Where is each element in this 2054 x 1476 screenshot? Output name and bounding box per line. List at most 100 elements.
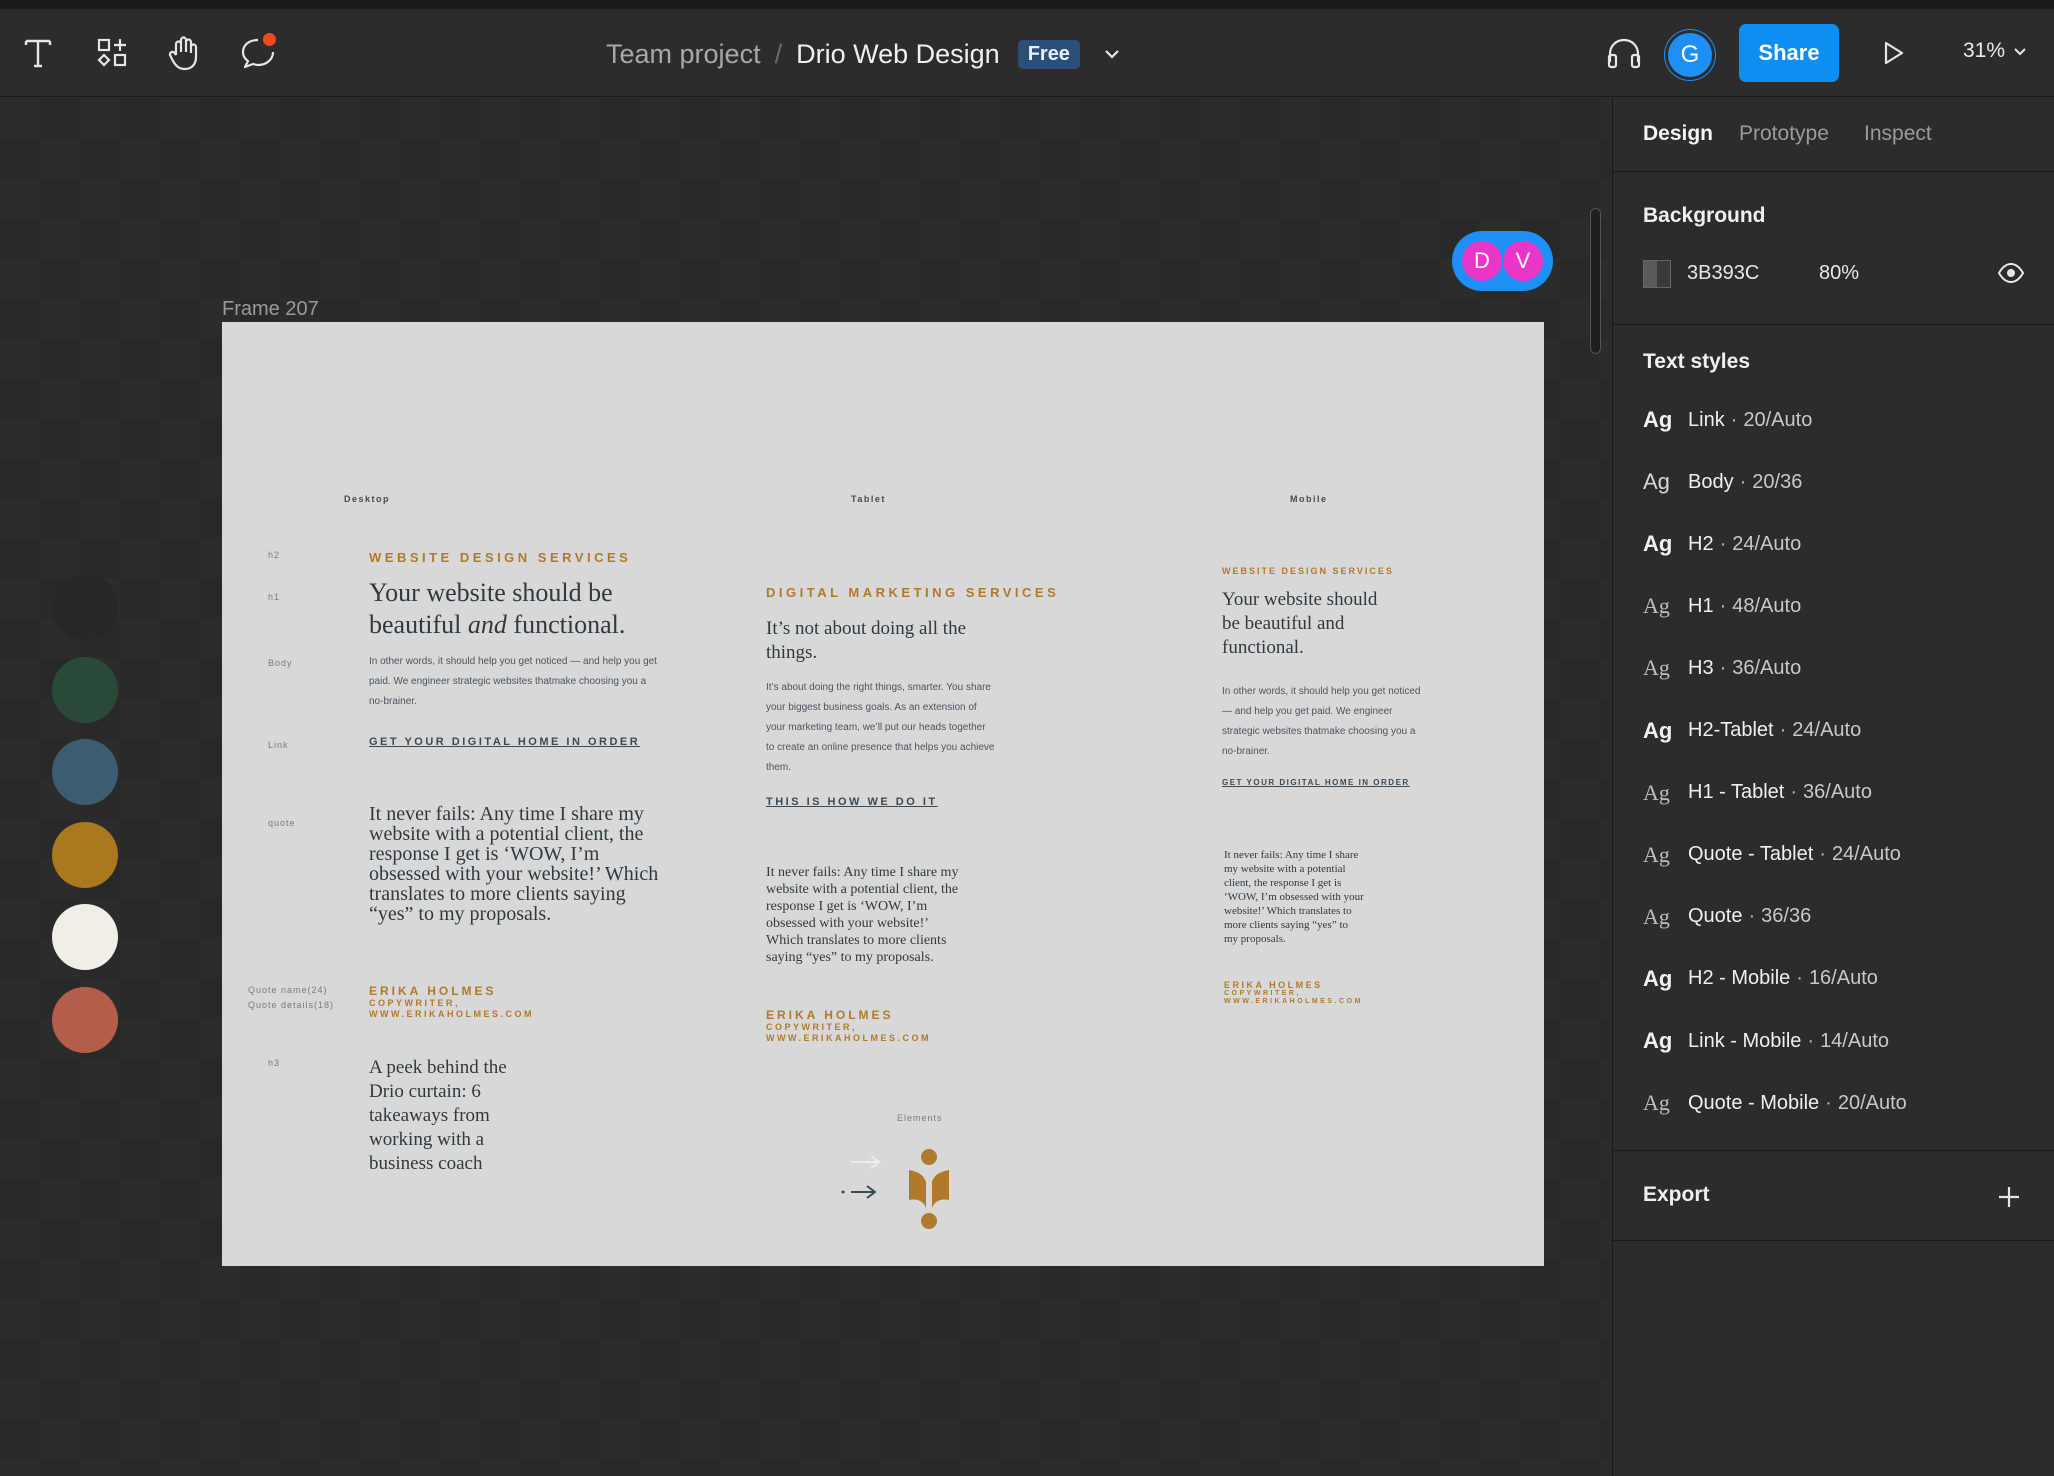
text-style-item[interactable]: Ag Quote · 36/36 bbox=[1643, 899, 1811, 935]
section-divider-export bbox=[1613, 1150, 2054, 1151]
tablet-quote: It never fails: Any time I share my webs… bbox=[766, 865, 959, 965]
text-style-item[interactable]: Ag Link · 20/Auto bbox=[1643, 402, 1812, 438]
headphones-icon[interactable] bbox=[1602, 31, 1646, 75]
tab-design[interactable]: Design bbox=[1643, 122, 1713, 146]
background-fill-row[interactable]: 3B393C 80% bbox=[1643, 258, 2025, 290]
breadcrumb-team[interactable]: Team project bbox=[606, 39, 761, 70]
desktop-body: In other words, it should help you get n… bbox=[369, 656, 657, 707]
text-style-item[interactable]: Ag H2 · 24/Auto bbox=[1643, 526, 1801, 562]
mobile-h2: WEBSITE DESIGN SERVICES bbox=[1222, 566, 1394, 576]
canvas[interactable]: Frame 207 D V Desktop Tablet Mobile h2 h… bbox=[0, 98, 1611, 1476]
text-style-separator: · bbox=[1719, 656, 1727, 679]
zoom-control[interactable]: 31% bbox=[1963, 39, 2027, 63]
window-top-strip bbox=[0, 0, 2054, 9]
breadcrumb-separator: / bbox=[774, 38, 783, 69]
text-style-name: H2 - Mobile bbox=[1688, 967, 1791, 990]
play-icon[interactable] bbox=[1871, 31, 1915, 75]
text-style-meta: 48/Auto bbox=[1732, 594, 1802, 617]
text-style-meta: 36/Auto bbox=[1732, 656, 1802, 679]
text-style-item[interactable]: Ag H2 - Mobile · 16/Auto bbox=[1643, 961, 1878, 997]
canvas-scrollbar[interactable] bbox=[1590, 208, 1601, 354]
text-style-name: Body bbox=[1688, 470, 1734, 493]
spec-h2: h2 bbox=[268, 550, 281, 560]
text-style-item[interactable]: Ag H1 · 48/Auto bbox=[1643, 588, 1801, 624]
text-style-preview: Ag bbox=[1643, 965, 1673, 991]
text-style-preview: Ag bbox=[1643, 1028, 1673, 1053]
comment-icon[interactable] bbox=[236, 31, 280, 75]
background-hex[interactable]: 3B393C bbox=[1687, 262, 1759, 285]
desktop-h2: WEBSITE DESIGN SERVICES bbox=[369, 550, 632, 565]
text-style-item[interactable]: Ag H3 · 36/Auto bbox=[1643, 650, 1801, 686]
color-swatch-rust[interactable] bbox=[52, 987, 118, 1053]
panel-tabs: Design Prototype Inspect bbox=[1613, 98, 2054, 172]
text-style-item[interactable]: Ag H2-Tablet · 24/Auto bbox=[1643, 713, 1861, 749]
text-style-preview: Ag bbox=[1643, 655, 1670, 681]
text-style-separator: · bbox=[1807, 1029, 1815, 1052]
text-style-item[interactable]: Ag H1 - Tablet · 36/Auto bbox=[1643, 775, 1872, 811]
text-style-item[interactable]: Ag Quote - Mobile · 20/Auto bbox=[1643, 1085, 1907, 1121]
color-swatch-dark[interactable] bbox=[52, 574, 118, 640]
desktop-h1: Your website should be beautiful and fun… bbox=[369, 577, 669, 641]
text-style-item[interactable]: Ag Quote - Tablet · 24/Auto bbox=[1643, 837, 1901, 873]
desktop-h1-text-end: functional. bbox=[506, 610, 626, 639]
desktop-author-site: WWW.ERIKAHOLMES.COM bbox=[369, 1009, 534, 1019]
collaborator-avatar-d[interactable]: D bbox=[1462, 241, 1502, 281]
background-color-chip[interactable] bbox=[1643, 260, 1671, 288]
desktop-author-name: ERIKA HOLMES bbox=[369, 984, 497, 998]
text-style-meta: 20/36 bbox=[1752, 470, 1803, 493]
avatar[interactable]: G bbox=[1668, 33, 1712, 77]
tab-prototype[interactable]: Prototype bbox=[1739, 122, 1829, 146]
text-style-name: Link - Mobile bbox=[1688, 1029, 1802, 1052]
text-style-separator: · bbox=[1730, 408, 1738, 431]
plan-badge: Free bbox=[1017, 39, 1080, 69]
collaborator-avatar-v[interactable]: V bbox=[1503, 241, 1543, 281]
background-title: Background bbox=[1643, 204, 1766, 227]
eye-icon[interactable] bbox=[1997, 262, 2025, 289]
plus-icon[interactable] bbox=[1994, 1182, 2024, 1212]
hand-tool-icon[interactable] bbox=[162, 31, 206, 75]
export-title: Export bbox=[1643, 1183, 1710, 1206]
text-style-preview: Ag bbox=[1643, 841, 1670, 867]
color-swatch-gold[interactable] bbox=[52, 822, 118, 888]
text-style-separator: · bbox=[1825, 1091, 1832, 1114]
notification-dot bbox=[263, 33, 276, 46]
text-style-name: H1 - Tablet bbox=[1688, 781, 1785, 804]
text-style-item[interactable]: Ag Link - Mobile · 14/Auto bbox=[1643, 1023, 1889, 1059]
text-style-item[interactable]: Ag Body · 20/36 bbox=[1643, 464, 1802, 500]
frame-label[interactable]: Frame 207 bbox=[222, 298, 319, 321]
tab-inspect[interactable]: Inspect bbox=[1864, 122, 1932, 146]
spec-link: Link bbox=[268, 740, 289, 750]
mobile-author-role: COPYWRITER, bbox=[1224, 990, 1301, 997]
color-swatch-blue[interactable] bbox=[52, 739, 118, 805]
desktop-author-role: COPYWRITER, bbox=[369, 998, 461, 1008]
share-button[interactable]: Share bbox=[1739, 24, 1839, 82]
frame-207[interactable]: Desktop Tablet Mobile h2 h1 Body Link qu… bbox=[222, 322, 1544, 1266]
tablet-h1: It’s not about doing all the things. bbox=[766, 618, 967, 663]
text-style-name: Quote bbox=[1688, 905, 1743, 928]
text-style-separator: · bbox=[1748, 905, 1756, 928]
section-divider bbox=[1613, 324, 2054, 325]
color-swatch-green[interactable] bbox=[52, 657, 118, 723]
tablet-body: It’s about doing the right things, smart… bbox=[766, 682, 995, 773]
text-style-name: H2-Tablet bbox=[1688, 719, 1774, 741]
text-tool-icon[interactable] bbox=[16, 31, 60, 75]
mobile-link: GET YOUR DIGITAL HOME IN ORDER bbox=[1222, 778, 1410, 787]
text-style-preview: Ag bbox=[1643, 407, 1673, 432]
background-opacity[interactable]: 80% bbox=[1819, 262, 1859, 285]
text-style-preview: Ag bbox=[1643, 469, 1670, 495]
chevron-down-icon[interactable] bbox=[1104, 49, 1120, 59]
properties-panel: Design Prototype Inspect Background 3B39… bbox=[1612, 98, 2054, 1476]
components-icon[interactable] bbox=[90, 31, 134, 75]
file-name[interactable]: Drio Web Design bbox=[796, 39, 1000, 70]
text-style-preview: Ag bbox=[1643, 717, 1673, 743]
color-swatch-cream[interactable] bbox=[52, 904, 118, 970]
text-style-meta: 24/Auto bbox=[1732, 532, 1802, 555]
desktop-h3: A peek behind the Drio curtain: 6 takeaw… bbox=[369, 1057, 507, 1174]
desktop-author: ERIKA HOLMES COPYWRITER, WWW.ERIKAHOLMES.C… bbox=[369, 984, 534, 1020]
tablet-author-site: WWW.ERIKAHOLMES.COM bbox=[766, 1033, 931, 1043]
spec-h3: h3 bbox=[268, 1058, 281, 1068]
text-style-separator: · bbox=[1796, 967, 1803, 990]
zoom-value: 31% bbox=[1963, 39, 2006, 62]
mobile-quote: It never fails: Any time I share my webs… bbox=[1224, 849, 1364, 945]
desktop-quote: It never fails: Any time I share my webs… bbox=[369, 803, 659, 925]
